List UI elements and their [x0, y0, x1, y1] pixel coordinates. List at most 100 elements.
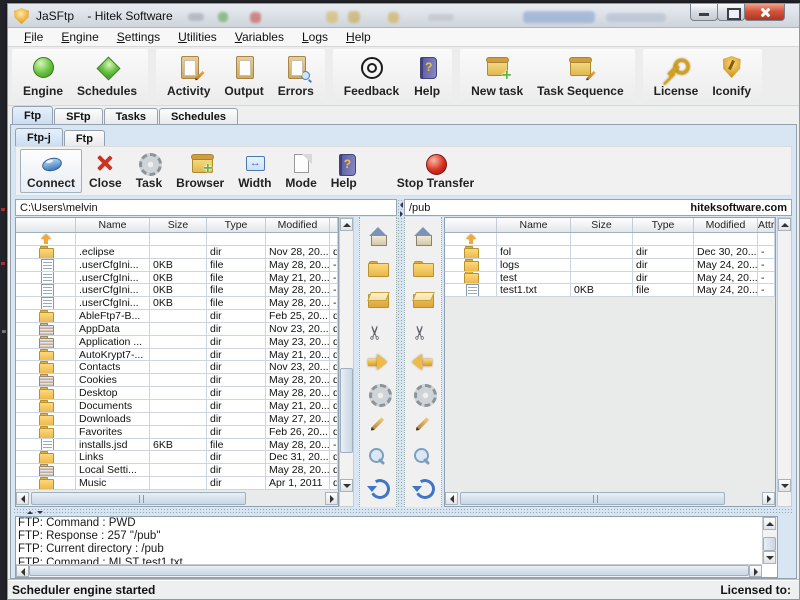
scroll-left-arrow[interactable]	[16, 565, 29, 577]
strip-button[interactable]	[410, 444, 436, 468]
menu-item[interactable]: Logs	[294, 28, 336, 46]
column-header[interactable]: Type	[207, 218, 266, 232]
scroll-left-arrow[interactable]	[445, 492, 458, 505]
table-row[interactable]: test dir May 24, 20... -	[445, 272, 775, 285]
scrollbar-thumb[interactable]	[31, 492, 246, 505]
table-row[interactable]: Desktop dir May 28, 20... d	[16, 387, 338, 400]
toolbar-button[interactable]: Schedules	[70, 51, 144, 101]
ftp-toolbar-button[interactable]: Width	[231, 149, 278, 193]
column-header[interactable]: Name	[497, 218, 571, 232]
table-row[interactable]: .userCfgIni... 0KB file May 28, 20... -	[16, 297, 338, 310]
table-row[interactable]: installs.jsd 6KB file May 28, 20... -	[16, 439, 338, 452]
title-bar[interactable]: JaSFtp - Hitek Software	[8, 4, 799, 28]
table-row[interactable]: Documents dir May 21, 20... d	[16, 400, 338, 413]
local-vertical-scrollbar[interactable]	[339, 217, 354, 507]
scroll-down-arrow[interactable]	[763, 551, 776, 564]
scrollbar-thumb[interactable]	[29, 565, 749, 576]
toolbar-button[interactable]: License	[647, 51, 706, 101]
ftp-toolbar-button[interactable]: Browser	[169, 149, 231, 193]
scroll-left-arrow[interactable]	[16, 492, 29, 505]
column-header[interactable]	[16, 218, 76, 232]
toolbar-button[interactable]: Iconify	[705, 51, 758, 101]
column-header[interactable]: Modified	[266, 218, 330, 232]
table-row[interactable]: Favorites dir Feb 26, 20... d	[16, 426, 338, 439]
scroll-up-arrow[interactable]	[778, 218, 791, 231]
menu-item[interactable]: Settings	[109, 28, 168, 46]
table-row[interactable]	[16, 233, 338, 246]
toolbar-button[interactable]: Help	[406, 51, 448, 101]
scroll-up-arrow[interactable]	[763, 517, 776, 530]
table-row[interactable]: .userCfgIni... 0KB file May 28, 20... -	[16, 284, 338, 297]
menu-item[interactable]: Help	[338, 28, 379, 46]
remote-path-field[interactable]: /pub hiteksoftware.com	[404, 199, 792, 216]
scroll-down-arrow[interactable]	[778, 479, 791, 492]
strip-button[interactable]	[410, 256, 436, 280]
table-row[interactable]: .userCfgIni... 0KB file May 21, 20... -	[16, 272, 338, 285]
table-row[interactable]: Cookies dir May 28, 20... d	[16, 374, 338, 387]
menu-item[interactable]: Variables	[227, 28, 292, 46]
maximize-button[interactable]	[717, 4, 745, 21]
column-header[interactable]: Size	[571, 218, 633, 232]
toolbar-button[interactable]: Errors	[271, 51, 321, 101]
log-splitter[interactable]	[13, 508, 794, 515]
strip-button[interactable]	[365, 319, 391, 343]
remote-horizontal-scrollbar[interactable]	[445, 492, 775, 506]
table-row[interactable]: Downloads dir May 27, 20... d	[16, 413, 338, 426]
tab[interactable]: Tasks	[104, 108, 158, 125]
table-row[interactable]	[445, 233, 775, 246]
column-header[interactable]: Name	[76, 218, 150, 232]
tab[interactable]: Ftp	[64, 130, 105, 147]
strip-button[interactable]	[365, 413, 391, 437]
log-vertical-scrollbar[interactable]	[762, 517, 777, 564]
ftp-toolbar-button[interactable]: Task	[129, 149, 169, 193]
table-row[interactable]: AutoKrypt7-... dir May 21, 20... d	[16, 349, 338, 362]
ftp-toolbar-button[interactable]: Mode	[278, 149, 323, 193]
remote-vertical-scrollbar[interactable]	[777, 217, 792, 507]
strip-button[interactable]	[410, 319, 436, 343]
toolbar-button[interactable]: Activity	[160, 51, 217, 101]
strip-button[interactable]	[365, 475, 391, 499]
ftp-toolbar-button[interactable]: Connect	[20, 149, 82, 193]
scroll-right-arrow[interactable]	[325, 492, 338, 505]
table-row[interactable]: logs dir May 24, 20... -	[445, 259, 775, 272]
scrollbar-thumb[interactable]	[763, 537, 776, 551]
column-header[interactable]: Size	[150, 218, 207, 232]
strip-button[interactable]	[365, 256, 391, 280]
scrollbar-thumb[interactable]	[340, 368, 353, 453]
toolbar-button[interactable]: Engine	[16, 51, 70, 101]
table-row[interactable]: Contacts dir Nov 23, 20... d	[16, 361, 338, 374]
table-row[interactable]: .eclipse dir Nov 28, 20... d	[16, 246, 338, 259]
menu-item[interactable]: Engine	[53, 28, 106, 46]
toolbar-button[interactable]: Feedback	[337, 51, 406, 101]
tab[interactable]: Schedules	[159, 108, 238, 125]
table-row[interactable]: AbleFtp7-B... dir Feb 25, 20... d	[16, 310, 338, 323]
strip-button[interactable]	[410, 225, 436, 249]
table-row[interactable]: Links dir Dec 31, 20... d	[16, 451, 338, 464]
panel-splitter[interactable]	[397, 199, 404, 507]
strip-button[interactable]	[410, 350, 436, 374]
toolbar-button[interactable]: New task	[464, 51, 530, 101]
tab[interactable]: Ftp	[12, 106, 53, 124]
table-row[interactable]: Music dir Apr 1, 2011 d	[16, 477, 338, 490]
strip-button[interactable]	[365, 350, 391, 374]
strip-button[interactable]	[410, 381, 436, 405]
column-header[interactable]: Modified	[694, 218, 758, 232]
local-horizontal-scrollbar[interactable]	[16, 492, 338, 506]
table-row[interactable]: .userCfgIni... 0KB file May 28, 20... -	[16, 259, 338, 272]
close-button[interactable]	[744, 4, 785, 21]
column-header[interactable]: Type	[633, 218, 694, 232]
table-row[interactable]: AppData dir Nov 23, 20... d	[16, 323, 338, 336]
scrollbar-thumb[interactable]	[460, 492, 725, 505]
strip-button[interactable]	[365, 287, 391, 311]
column-header[interactable]	[330, 218, 338, 232]
ftp-toolbar-button[interactable]: Close	[82, 149, 129, 193]
local-path-field[interactable]: C:\Users\melvin	[15, 199, 397, 216]
toolbar-button[interactable]: Output	[217, 51, 270, 101]
scroll-right-arrow[interactable]	[762, 492, 775, 505]
strip-button[interactable]	[365, 444, 391, 468]
scroll-down-arrow[interactable]	[340, 479, 353, 492]
tab[interactable]: Ftp-j	[15, 128, 63, 146]
table-row[interactable]: test1.txt 0KB file May 24, 20... -	[445, 284, 775, 297]
minimize-button[interactable]	[690, 4, 718, 21]
log-horizontal-scrollbar[interactable]	[16, 564, 762, 577]
